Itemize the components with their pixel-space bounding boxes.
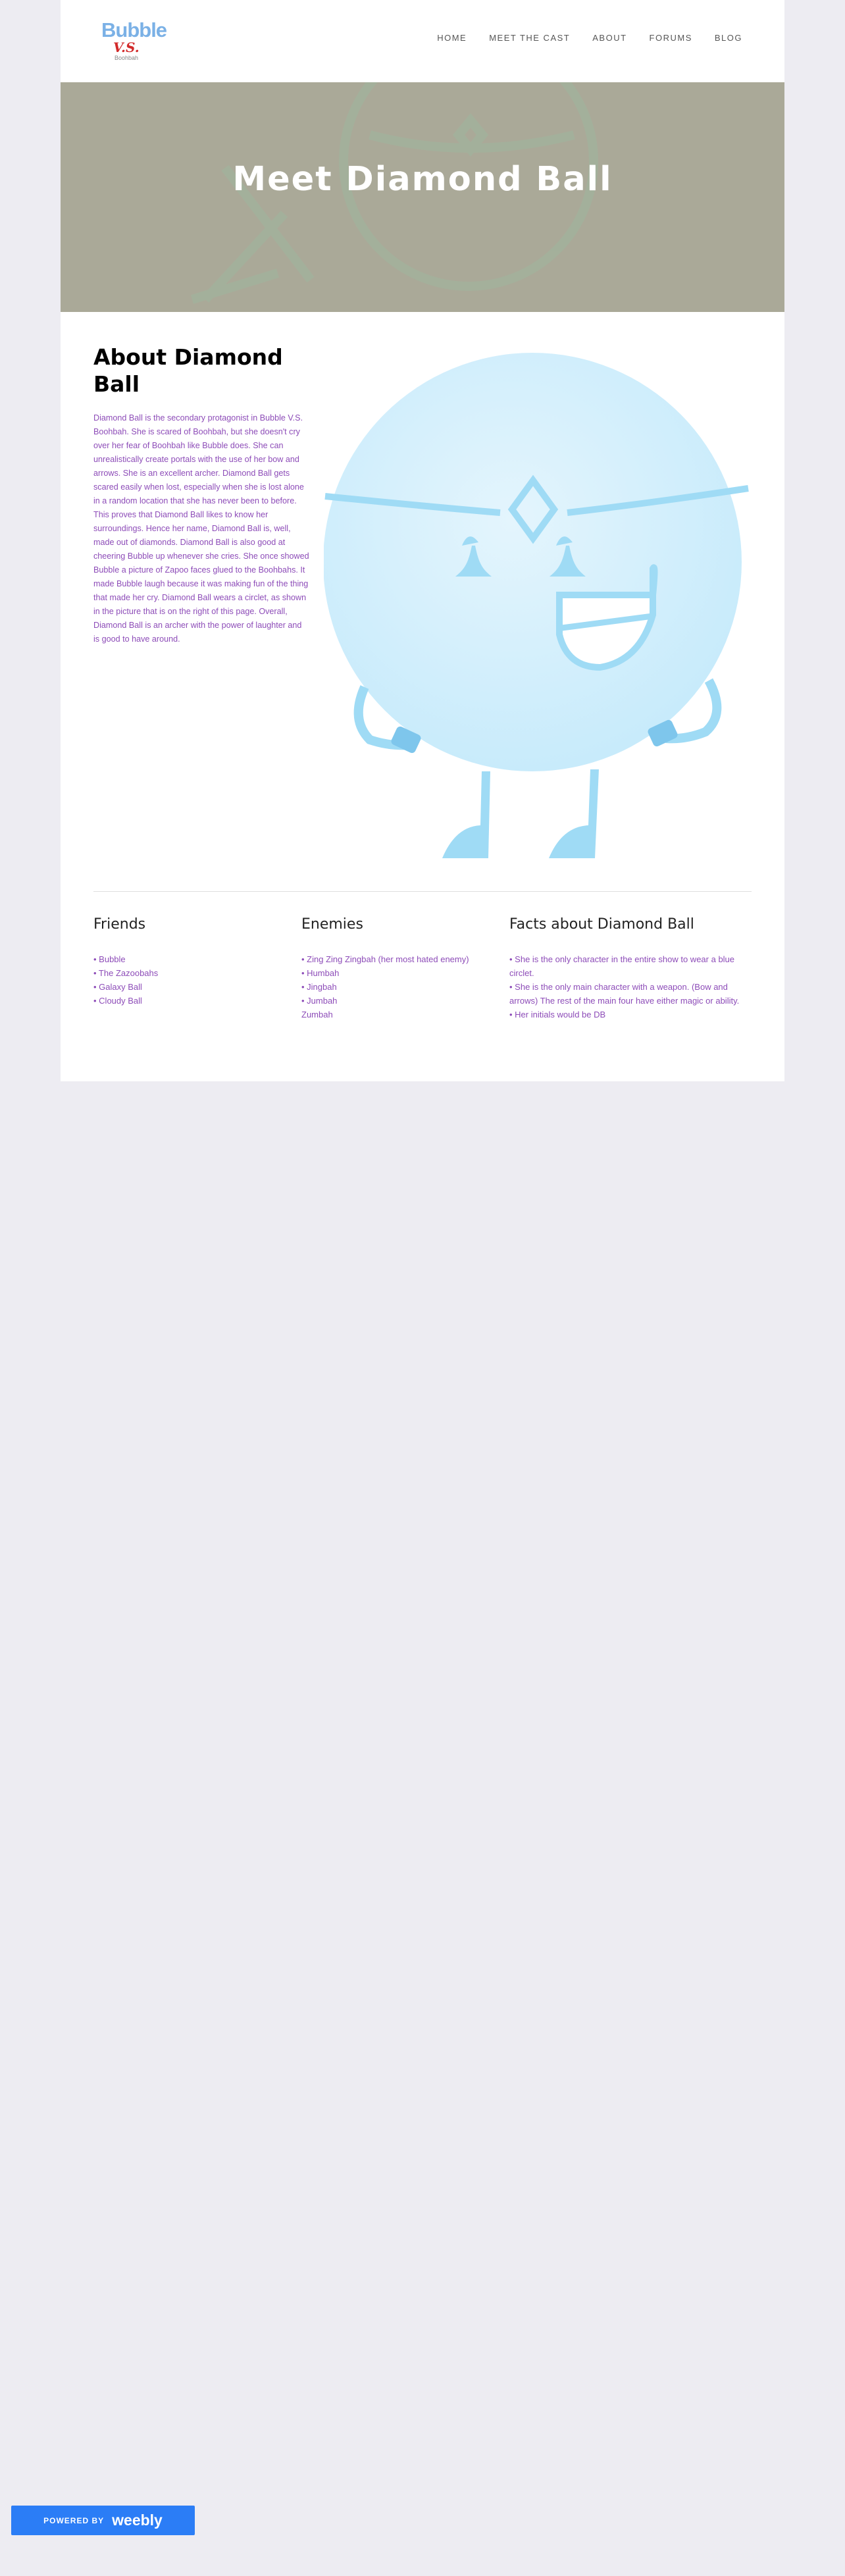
- main-nav: HOME MEET THE CAST ABOUT FORUMS BLOG: [437, 33, 742, 43]
- powered-by-label: POWERED BY: [43, 2515, 105, 2525]
- site-logo[interactable]: Bubble V.S. Boohbah: [101, 18, 167, 68]
- list-item: • Zing Zing Zingbah (her most hated enem…: [301, 954, 469, 964]
- list-item: • She is the only character in the entir…: [509, 954, 735, 978]
- facts-column: Facts about Diamond Ball • She is the on…: [509, 916, 753, 1021]
- facts-list: • She is the only character in the entir…: [509, 952, 753, 1021]
- page-title: Meet Diamond Ball: [232, 160, 613, 199]
- list-item: • She is the only main character with a …: [509, 982, 740, 1006]
- about-heading: About Diamond Ball: [93, 344, 283, 397]
- facts-heading: Facts about Diamond Ball: [509, 916, 694, 933]
- list-item: • Bubble: [93, 954, 126, 964]
- friends-list: • Bubble • The Zazoobahs • Galaxy Ball •…: [93, 952, 265, 1008]
- nav-meet-the-cast[interactable]: MEET THE CAST: [489, 33, 570, 43]
- enemies-list: • Zing Zing Zingbah (her most hated enem…: [301, 952, 473, 1021]
- logo-title: Bubble: [101, 18, 167, 41]
- nav-about[interactable]: ABOUT: [592, 33, 627, 43]
- logo-vs: V.S.: [113, 39, 140, 55]
- logo-subtitle: Boohbah: [115, 55, 139, 61]
- nav-home[interactable]: HOME: [437, 33, 467, 43]
- diamond-ball-character-image: [324, 353, 749, 858]
- site-header: Bubble V.S. Boohbah HOME MEET THE CAST A…: [61, 0, 784, 82]
- list-item: • Humbah: [301, 968, 340, 978]
- list-item: • Jingbah: [301, 982, 337, 992]
- enemies-heading: Enemies: [301, 916, 363, 933]
- list-item: • Her initials would be DB: [509, 1010, 606, 1019]
- list-item: • Jumbah: [301, 996, 338, 1006]
- list-item: • The Zazoobahs: [93, 968, 159, 978]
- list-item: • Cloudy Ball: [93, 996, 142, 1006]
- friends-column: Friends • Bubble • The Zazoobahs • Galax…: [93, 916, 265, 1008]
- nav-forums[interactable]: FORUMS: [650, 33, 692, 43]
- weebly-logo: weebly: [112, 2512, 163, 2529]
- list-item: Zumbah: [301, 1010, 333, 1019]
- about-paragraph: Diamond Ball is the secondary protagonis…: [93, 413, 309, 644]
- nav-blog[interactable]: BLOG: [715, 33, 742, 43]
- enemies-column: Enemies • Zing Zing Zingbah (her most ha…: [301, 916, 473, 1021]
- list-item: • Galaxy Ball: [93, 982, 142, 992]
- section-divider: [93, 891, 752, 892]
- page-container: Bubble V.S. Boohbah HOME MEET THE CAST A…: [61, 0, 784, 1081]
- friends-heading: Friends: [93, 916, 146, 933]
- hero-banner: Meet Diamond Ball: [61, 82, 784, 312]
- powered-by-weebly-badge[interactable]: POWERED BY weebly: [11, 2506, 195, 2535]
